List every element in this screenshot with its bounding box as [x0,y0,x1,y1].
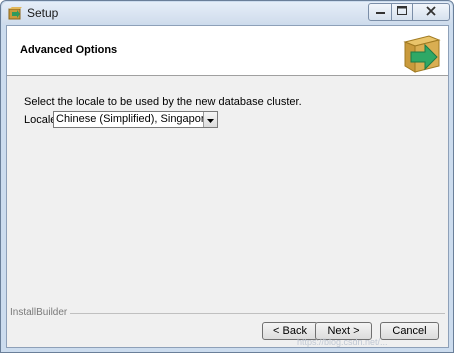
chevron-down-icon [207,114,214,126]
footer-divider [10,313,445,314]
locale-instruction: Select the locale to be used by the new … [24,96,302,108]
close-button[interactable] [412,3,450,21]
restore-icon [397,6,407,18]
minimize-icon [375,6,385,18]
installbuilder-label: InstallBuilder [10,307,71,318]
installer-box-icon [399,30,443,74]
header-band: Advanced Options [7,26,448,76]
dialog-body: Advanced Options Select the locale to be… [6,25,449,348]
title-bar[interactable]: Setup [2,2,452,24]
page-title: Advanced Options [20,44,118,56]
dropdown-arrow-button[interactable] [203,112,217,127]
locale-selected-value: Chinese (Simplified), Singapore [56,113,211,125]
watermark-text: https://blog.csdn.net/... [297,337,388,347]
window-title: Setup [27,6,59,20]
cancel-button[interactable]: Cancel [380,322,439,340]
locale-label: Locale [24,114,57,126]
setup-window: Setup Advanced Options Select the locale… [0,0,454,353]
maximize-button[interactable] [391,3,413,21]
close-icon [426,5,436,19]
locale-dropdown[interactable]: Chinese (Simplified), Singapore [53,111,218,128]
minimize-button[interactable] [368,3,392,21]
app-icon [8,6,22,20]
